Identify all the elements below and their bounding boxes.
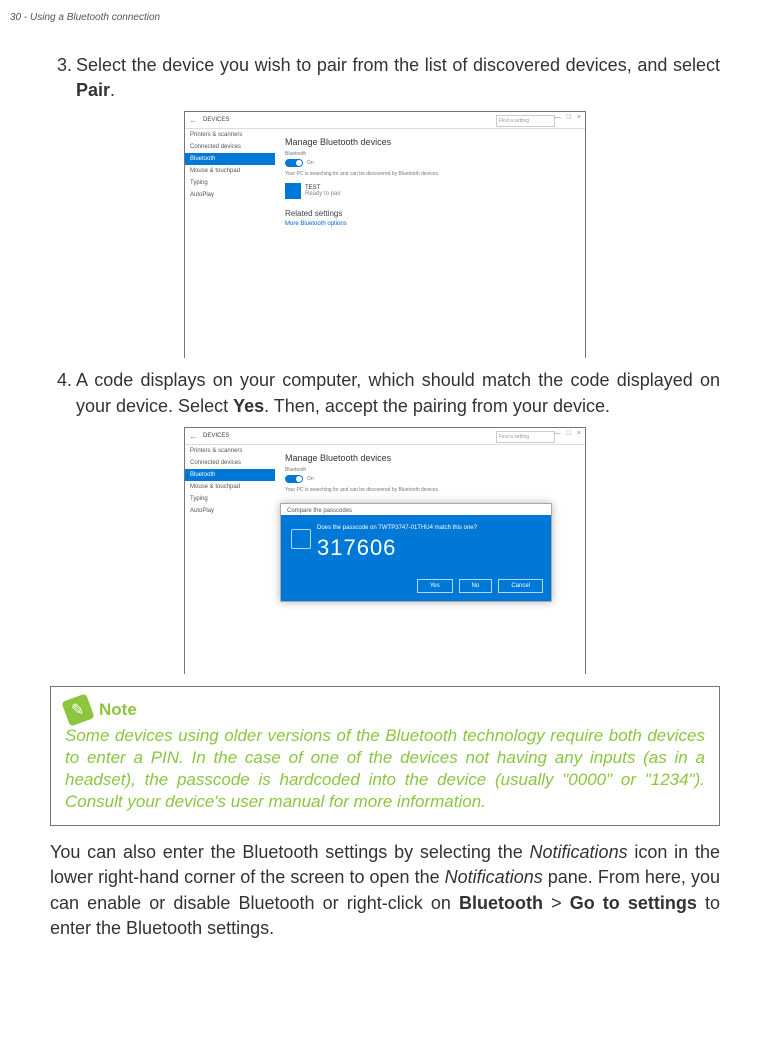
note-icon: ✎: [61, 693, 94, 726]
sidebar-item-connected[interactable]: Connected devices: [185, 457, 275, 469]
sidebar-item-printers[interactable]: Printers & scanners: [185, 445, 275, 457]
bluetooth-toggle[interactable]: [285, 159, 303, 167]
note-body: Some devices using older versions of the…: [65, 725, 705, 813]
passcode-dialog: Compare the passcodes Does the passcode …: [280, 503, 552, 602]
sidebar-item-bluetooth[interactable]: Bluetooth: [185, 153, 275, 165]
para-i2: Notifications: [445, 867, 543, 887]
ss1-heading: Manage Bluetooth devices: [285, 137, 575, 147]
screenshot-1-wrap: ← DEVICES Find a setting — □ × Printers …: [50, 111, 720, 358]
device-text: TEST Ready to pair: [305, 185, 341, 197]
ss2-sidebar: Printers & scanners Connected devices Bl…: [185, 445, 275, 674]
window-controls-icon: — □ ×: [554, 114, 583, 121]
dialog-footer: Yes No Cancel: [281, 573, 551, 601]
device-icon: [285, 183, 301, 199]
page-header: 30 - Using a Bluetooth connection: [10, 12, 160, 23]
sidebar-item-autoplay[interactable]: AutoPlay: [185, 505, 275, 517]
step-3-bold: Pair: [76, 80, 110, 100]
step-3: 3. Select the device you wish to pair fr…: [50, 53, 720, 103]
ss1-sidebar: Printers & scanners Connected devices Bl…: [185, 129, 275, 358]
sidebar-item-typing[interactable]: Typing: [185, 493, 275, 505]
page-content: 3. Select the device you wish to pair fr…: [50, 53, 720, 941]
dialog-question: Does the passcode on TWTP3747-01THU4 mat…: [317, 525, 539, 531]
no-button[interactable]: No: [459, 579, 493, 593]
bluetooth-toggle-row: On: [285, 159, 575, 167]
note-head: ✎ Note: [65, 697, 705, 723]
para-p4: >: [543, 893, 570, 913]
device-status: Ready to pair: [305, 191, 341, 197]
para-b2: Go to settings: [570, 893, 697, 913]
step-3-body: Select the device you wish to pair from …: [76, 53, 720, 103]
bluetooth-label: Bluetooth: [285, 151, 575, 157]
ss1-body: Printers & scanners Connected devices Bl…: [185, 129, 585, 358]
para-p1: You can also enter the Bluetooth setting…: [50, 842, 530, 862]
dialog-code: 317606: [317, 535, 539, 561]
ss2-heading: Manage Bluetooth devices: [285, 453, 575, 463]
sidebar-item-mouse[interactable]: Mouse & touchpad: [185, 481, 275, 493]
screenshot-2-wrap: ← DEVICES Find a setting — □ × Printers …: [50, 427, 720, 674]
ss2-win-title: DEVICES: [203, 433, 229, 439]
dialog-body: Does the passcode on TWTP3747-01THU4 mat…: [281, 515, 551, 573]
sidebar-item-bluetooth[interactable]: Bluetooth: [185, 469, 275, 481]
cancel-button[interactable]: Cancel: [498, 579, 543, 593]
back-icon: ←: [189, 431, 199, 441]
dialog-title: Compare the passcodes: [281, 504, 551, 515]
step-4-text-after: . Then, accept the pairing from your dev…: [264, 396, 610, 416]
step-4: 4. A code displays on your computer, whi…: [50, 368, 720, 418]
sidebar-item-printers[interactable]: Printers & scanners: [185, 129, 275, 141]
back-icon: ←: [189, 115, 199, 125]
toggle-on-label: On: [307, 476, 314, 482]
yes-button[interactable]: Yes: [417, 579, 453, 593]
ss1-win-title: DEVICES: [203, 117, 229, 123]
window-controls-icon: — □ ×: [554, 430, 583, 437]
sidebar-item-mouse[interactable]: Mouse & touchpad: [185, 165, 275, 177]
discover-text: Your PC is searching for and can be disc…: [285, 487, 575, 493]
para-i1: Notifications: [530, 842, 628, 862]
sidebar-item-typing[interactable]: Typing: [185, 177, 275, 189]
device-icon: [291, 529, 311, 549]
step-4-bold: Yes: [233, 396, 264, 416]
closing-paragraph: You can also enter the Bluetooth setting…: [50, 840, 720, 941]
screenshot-2: ← DEVICES Find a setting — □ × Printers …: [184, 427, 586, 674]
ss1-main: Manage Bluetooth devices Bluetooth On Yo…: [275, 129, 585, 358]
discover-text: Your PC is searching for and can be disc…: [285, 171, 575, 177]
bluetooth-label: Bluetooth: [285, 467, 575, 473]
step-3-text-before: Select the device you wish to pair from …: [76, 55, 720, 75]
device-tile[interactable]: TEST Ready to pair: [285, 183, 575, 199]
note-title: Note: [99, 700, 137, 720]
ss2-titlebar: ← DEVICES Find a setting — □ ×: [185, 428, 585, 445]
search-input[interactable]: Find a setting: [496, 115, 555, 127]
step-3-number: 3.: [50, 53, 76, 103]
para-b1: Bluetooth: [459, 893, 543, 913]
bluetooth-toggle-row: On: [285, 475, 575, 483]
ss1-titlebar: ← DEVICES Find a setting — □ ×: [185, 112, 585, 129]
sidebar-item-autoplay[interactable]: AutoPlay: [185, 189, 275, 201]
bluetooth-toggle[interactable]: [285, 475, 303, 483]
step-3-text-after: .: [110, 80, 115, 100]
related-link[interactable]: More Bluetooth options: [285, 221, 575, 227]
step-4-number: 4.: [50, 368, 76, 418]
note-box: ✎ Note Some devices using older versions…: [50, 686, 720, 826]
screenshot-1: ← DEVICES Find a setting — □ × Printers …: [184, 111, 586, 358]
step-4-body: A code displays on your computer, which …: [76, 368, 720, 418]
related-heading: Related settings: [285, 209, 575, 218]
search-input[interactable]: Find a setting: [496, 431, 555, 443]
toggle-on-label: On: [307, 160, 314, 166]
sidebar-item-connected[interactable]: Connected devices: [185, 141, 275, 153]
